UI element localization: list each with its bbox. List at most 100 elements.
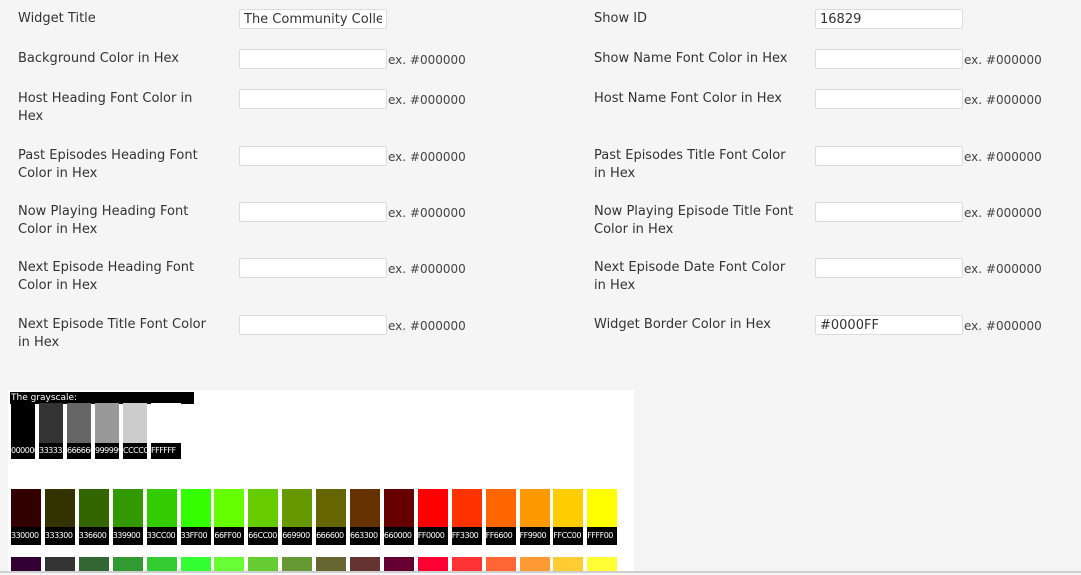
color-swatch-row2-2[interactable] xyxy=(78,557,109,571)
show-id-input[interactable] xyxy=(815,9,963,29)
past-episodes-title-font-color-label: Past Episodes Title Font Color in Hex xyxy=(594,148,786,181)
bottom-scrollbar-edge xyxy=(0,571,1081,573)
color-swatch-ffcc00-label: FFCC00 xyxy=(553,527,584,545)
color-swatch-339900-label: 339900 xyxy=(112,527,143,545)
grayscale-swatch-cccccc[interactable] xyxy=(123,403,147,443)
color-swatch-666600[interactable] xyxy=(316,489,347,527)
next-episode-title-font-color-hint: ex. #000000 xyxy=(388,319,466,333)
color-swatch-336600[interactable] xyxy=(78,489,109,527)
color-palette: The grayscale: 000000333333666666999999C… xyxy=(8,390,634,571)
color-swatch-ff3300-label: FF3300 xyxy=(451,527,482,545)
grayscale-swatch-333333[interactable] xyxy=(39,403,63,443)
show-name-font-color-label: Show Name Font Color in Hex xyxy=(594,51,788,66)
color-swatch-ff6600-label: FF6600 xyxy=(485,527,516,545)
now-playing-heading-font-color-input[interactable] xyxy=(239,202,387,222)
color-swatch-666600-label: 666600 xyxy=(316,527,347,545)
host-heading-font-color-input[interactable] xyxy=(239,89,387,109)
background-color-hint: ex. #000000 xyxy=(388,53,466,67)
color-swatch-row2-13[interactable] xyxy=(451,557,482,571)
color-swatch-33cc00[interactable] xyxy=(146,489,177,527)
color-swatch-row2-15[interactable] xyxy=(519,557,550,571)
color-swatch-33ff00[interactable] xyxy=(180,489,211,527)
color-swatch-row2-0[interactable] xyxy=(11,557,41,571)
color-swatch-row2-12[interactable] xyxy=(417,557,448,571)
show-name-font-color-hint: ex. #000000 xyxy=(964,53,1042,67)
grayscale-swatch-666666[interactable] xyxy=(67,403,91,443)
color-swatch-ff9900-label: FF9900 xyxy=(519,527,550,545)
host-name-font-color-label: Host Name Font Color in Hex xyxy=(594,91,782,106)
host-name-font-color-input[interactable] xyxy=(815,89,963,109)
widget-title-input[interactable] xyxy=(239,9,387,29)
next-episode-title-font-color-label: Next Episode Title Font Color in Hex xyxy=(18,317,206,350)
color-swatch-row2-10[interactable] xyxy=(350,557,380,571)
color-swatch-row2-17[interactable] xyxy=(587,557,618,571)
color-swatch-333300-label: 333300 xyxy=(44,527,75,545)
color-swatch-330000[interactable] xyxy=(11,489,41,527)
color-swatch-row2-14[interactable] xyxy=(485,557,516,571)
color-swatch-663300[interactable] xyxy=(350,489,380,527)
now-playing-episode-title-font-color-hint: ex. #000000 xyxy=(964,206,1042,220)
now-playing-episode-title-font-color-input[interactable] xyxy=(815,202,963,222)
color-swatch-663300-label: 663300 xyxy=(350,527,380,545)
color-swatch-ff3300[interactable] xyxy=(451,489,482,527)
next-episode-date-font-color-label: Next Episode Date Font Color in Hex xyxy=(594,260,786,293)
past-episodes-heading-font-color-hint: ex. #000000 xyxy=(388,150,466,164)
color-swatch-33ff00-label: 33FF00 xyxy=(180,527,211,545)
grayscale-swatch-ffffff-label: FFFFFF xyxy=(151,443,181,459)
color-swatch-row2-7[interactable] xyxy=(248,557,279,571)
show-name-font-color-input[interactable] xyxy=(815,49,963,69)
widget-title-label: Widget Title xyxy=(18,11,96,26)
past-episodes-title-font-color-input[interactable] xyxy=(815,146,963,166)
grayscale-swatch-000000-label: 000000 xyxy=(11,443,35,459)
color-swatch-row2-16[interactable] xyxy=(553,557,584,571)
color-swatch-66cc00[interactable] xyxy=(248,489,279,527)
widget-border-color-hint: ex. #000000 xyxy=(964,319,1042,333)
color-swatch-row2-4[interactable] xyxy=(146,557,177,571)
color-swatch-66ff00[interactable] xyxy=(214,489,245,527)
color-swatch-ffff00-label: FFFF00 xyxy=(587,527,618,545)
color-swatch-ff0000[interactable] xyxy=(417,489,448,527)
grayscale-swatch-999999[interactable] xyxy=(95,403,119,443)
past-episodes-heading-font-color-input[interactable] xyxy=(239,146,387,166)
next-episode-date-font-color-input[interactable] xyxy=(815,258,963,278)
host-name-font-color-hint: ex. #000000 xyxy=(964,93,1042,107)
color-swatch-row2-8[interactable] xyxy=(282,557,313,571)
host-heading-font-color-label: Host Heading Font Color in Hex xyxy=(18,91,193,124)
color-swatch-ff0000-label: FF0000 xyxy=(417,527,448,545)
next-episode-date-font-color-hint: ex. #000000 xyxy=(964,262,1042,276)
color-swatch-339900[interactable] xyxy=(112,489,143,527)
color-swatch-660000[interactable] xyxy=(383,489,414,527)
grayscale-swatch-ffffff[interactable] xyxy=(151,403,181,443)
color-swatch-660000-label: 660000 xyxy=(383,527,414,545)
color-swatch-row2-5[interactable] xyxy=(180,557,211,571)
color-swatch-ffcc00[interactable] xyxy=(553,489,584,527)
grayscale-swatch-333333-label: 333333 xyxy=(39,443,63,459)
widget-border-color-label: Widget Border Color in Hex xyxy=(594,317,771,332)
color-swatch-66cc00-label: 66CC00 xyxy=(248,527,279,545)
color-swatch-row2-9[interactable] xyxy=(316,557,347,571)
now-playing-heading-font-color-label: Now Playing Heading Font Color in Hex xyxy=(18,204,189,237)
past-episodes-title-font-color-hint: ex. #000000 xyxy=(964,150,1042,164)
next-episode-title-font-color-input[interactable] xyxy=(239,315,387,335)
color-swatch-row2-6[interactable] xyxy=(214,557,245,571)
color-swatch-ffff00[interactable] xyxy=(587,489,618,527)
color-swatch-ff9900[interactable] xyxy=(519,489,550,527)
color-swatch-669900[interactable] xyxy=(282,489,313,527)
background-color-label: Background Color in Hex xyxy=(18,51,179,66)
next-episode-heading-font-color-input[interactable] xyxy=(239,258,387,278)
color-swatch-ff6600[interactable] xyxy=(485,489,516,527)
now-playing-episode-title-font-color-label: Now Playing Episode Title Font Color in … xyxy=(594,204,794,237)
background-color-input[interactable] xyxy=(239,49,387,69)
past-episodes-heading-font-color-label: Past Episodes Heading Font Color in Hex xyxy=(18,148,198,181)
host-heading-font-color-hint: ex. #000000 xyxy=(388,93,466,107)
color-swatch-row2-3[interactable] xyxy=(112,557,143,571)
grayscale-swatch-999999-label: 999999 xyxy=(95,443,119,459)
next-episode-heading-font-color-label: Next Episode Heading Font Color in Hex xyxy=(18,260,195,293)
color-swatch-333300[interactable] xyxy=(44,489,75,527)
grayscale-swatch-000000[interactable] xyxy=(11,403,35,443)
color-swatch-row2-1[interactable] xyxy=(44,557,75,571)
widget-border-color-input[interactable] xyxy=(815,315,963,335)
grayscale-swatch-cccccc-label: CCCCCC xyxy=(123,443,147,459)
color-swatch-row2-11[interactable] xyxy=(383,557,414,571)
now-playing-heading-font-color-hint: ex. #000000 xyxy=(388,206,466,220)
